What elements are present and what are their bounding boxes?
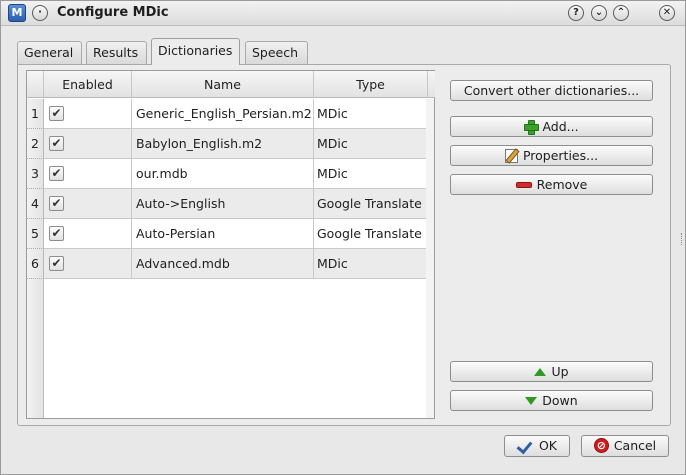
name-cell: our.mdb	[132, 159, 314, 188]
window-menu-button[interactable]: ·	[32, 5, 48, 21]
enabled-cell: ✔	[44, 249, 132, 278]
move-down-button[interactable]: Down	[450, 390, 653, 411]
column-header-type[interactable]: Type	[314, 71, 428, 98]
table-row[interactable]: ✔ Advanced.mdb MDic	[44, 249, 428, 279]
add-button-label: Add...	[542, 119, 579, 134]
properties-button-label: Properties...	[522, 148, 599, 163]
remove-button-label: Remove	[536, 177, 588, 192]
row-number[interactable]: 4	[27, 189, 44, 219]
table-row[interactable]: ✔ Generic_English_Persian.m2 MDic	[44, 99, 428, 129]
title-bar: M · Configure MDic ? ⌄ ⌃ ✕	[1, 1, 685, 26]
close-button[interactable]: ✕	[659, 5, 675, 21]
enabled-checkbox[interactable]: ✔	[49, 226, 64, 241]
move-up-button[interactable]: Up	[450, 361, 653, 382]
name-cell: Auto-Persian	[132, 219, 314, 248]
convert-dictionaries-button[interactable]: Convert other dictionaries...	[450, 80, 653, 101]
cancel-button-label: Cancel	[613, 438, 657, 453]
enabled-checkbox[interactable]: ✔	[49, 166, 64, 181]
add-icon	[524, 120, 540, 135]
row-number[interactable]: 2	[27, 129, 44, 159]
window-title: Configure MDic	[57, 5, 169, 20]
name-cell: Auto->English	[132, 189, 314, 218]
table-row[interactable]: ✔ our.mdb MDic	[44, 159, 428, 189]
enabled-cell: ✔	[44, 129, 132, 158]
type-cell: MDic	[317, 136, 348, 151]
table-row[interactable]: ✔ Auto->English Google Translate	[44, 189, 428, 219]
down-button-label: Down	[542, 393, 578, 408]
tab-general[interactable]: General	[17, 41, 82, 64]
row-number[interactable]: 5	[27, 219, 44, 249]
table-row[interactable]: ✔ Auto-Persian Google Translate	[44, 219, 428, 249]
edit-icon	[504, 148, 518, 163]
ok-button-label: OK	[538, 438, 558, 453]
column-header-name[interactable]: Name	[132, 71, 314, 98]
cancel-button[interactable]: ⊘ Cancel	[581, 435, 669, 457]
row-header-filler	[27, 279, 44, 418]
name-cell: Babylon_English.m2	[132, 129, 314, 158]
convert-button-label: Convert other dictionaries...	[463, 83, 640, 98]
enabled-cell: ✔	[44, 219, 132, 248]
tab-results[interactable]: Results	[86, 41, 147, 64]
column-header-enabled[interactable]: Enabled	[44, 71, 132, 98]
enabled-checkbox[interactable]: ✔	[49, 106, 64, 121]
type-cell: MDic	[317, 106, 348, 121]
help-button[interactable]: ?	[568, 5, 584, 21]
type-cell: MDic	[317, 256, 348, 271]
mdic-app-icon[interactable]: M	[8, 4, 26, 22]
enabled-checkbox[interactable]: ✔	[49, 196, 64, 211]
type-cell: Google Translate	[317, 226, 422, 241]
ok-button[interactable]: OK	[504, 435, 570, 457]
properties-button[interactable]: Properties...	[450, 145, 653, 166]
enabled-checkbox[interactable]: ✔	[49, 256, 64, 271]
table-row[interactable]: ✔ Babylon_English.m2 MDic	[44, 129, 428, 159]
type-cell: MDic	[317, 166, 348, 181]
tab-dictionaries[interactable]: Dictionaries	[151, 38, 240, 65]
arrow-down-icon	[525, 396, 538, 405]
remove-icon	[515, 181, 532, 188]
header-filler	[428, 71, 435, 98]
remove-button[interactable]: Remove	[450, 174, 653, 195]
tab-speech[interactable]: Speech	[245, 41, 308, 64]
cancel-icon: ⊘	[593, 438, 609, 453]
table-scroll-gutter	[426, 99, 434, 418]
add-button[interactable]: Add...	[450, 116, 653, 137]
resize-grip-icon[interactable]	[681, 233, 684, 245]
checkmark-icon	[517, 439, 534, 453]
dictionaries-table: Enabled Name Type 1 ✔ Generic_English_Pe…	[26, 70, 435, 419]
row-number[interactable]: 3	[27, 159, 44, 189]
row-number[interactable]: 6	[27, 249, 44, 279]
table-corner	[27, 71, 44, 98]
minimize-button[interactable]: ⌄	[591, 5, 607, 21]
name-cell: Advanced.mdb	[132, 249, 314, 278]
row-number[interactable]: 1	[27, 99, 44, 129]
maximize-button[interactable]: ⌃	[613, 5, 629, 21]
name-cell: Generic_English_Persian.m2	[132, 99, 314, 128]
arrow-up-icon	[534, 367, 547, 376]
configure-dialog: M · Configure MDic ? ⌄ ⌃ ✕ General Resul…	[0, 0, 686, 475]
enabled-cell: ✔	[44, 189, 132, 218]
enabled-cell: ✔	[44, 99, 132, 128]
enabled-checkbox[interactable]: ✔	[49, 136, 64, 151]
dictionaries-panel: Enabled Name Type 1 ✔ Generic_English_Pe…	[17, 64, 671, 426]
enabled-cell: ✔	[44, 159, 132, 188]
up-button-label: Up	[551, 364, 569, 379]
type-cell: Google Translate	[317, 196, 422, 211]
